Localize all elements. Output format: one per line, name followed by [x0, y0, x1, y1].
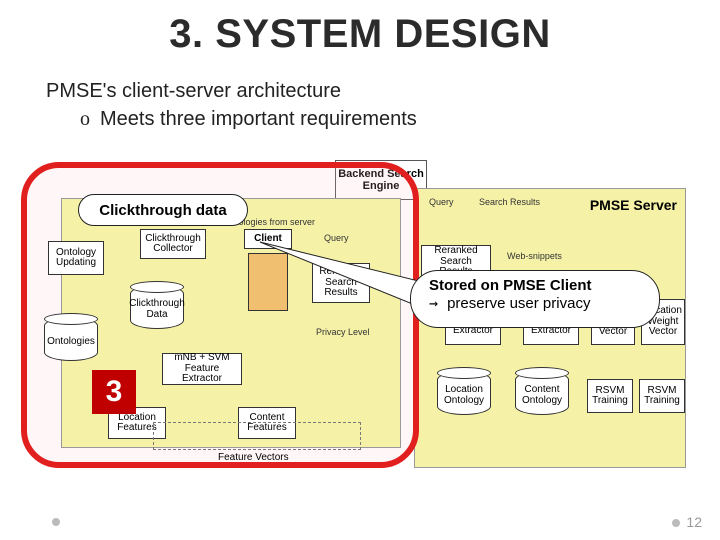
page-number: 12 [672, 514, 702, 530]
callout-clickthrough-data: Clickthrough data [78, 194, 248, 226]
callout-stored-on-client: Stored on PMSE Client preserve user priv… [410, 270, 660, 328]
intro-text: PMSE's client-server architecture [46, 80, 341, 103]
callout-stored-line1: Stored on PMSE Client [429, 277, 641, 294]
step-badge-3: 3 [92, 370, 136, 414]
bullet-1: Meets three important requirements [80, 108, 417, 131]
footer-dot-icon [52, 518, 60, 526]
callout-stored-line2: preserve user privacy [429, 294, 641, 312]
slide-title: 3. SYSTEM DESIGN [0, 12, 720, 57]
